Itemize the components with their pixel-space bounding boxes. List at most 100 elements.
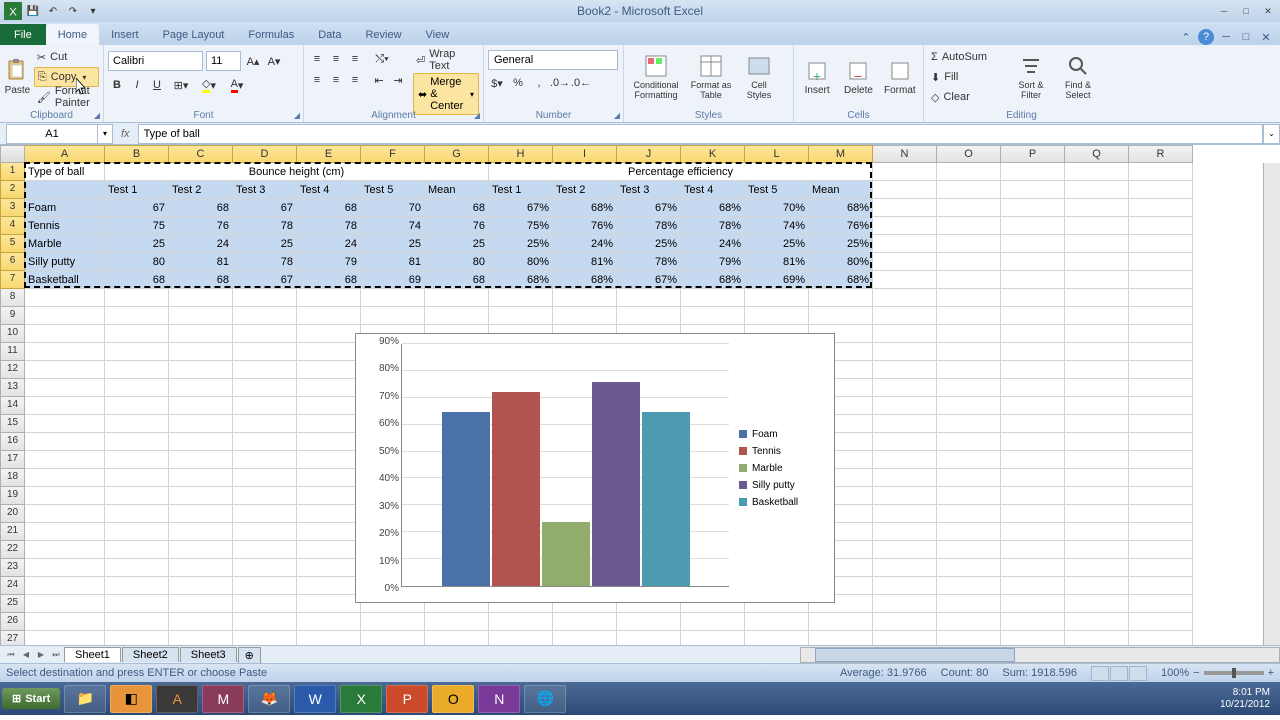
task-explorer[interactable]: 📁 bbox=[64, 685, 106, 713]
col-header-H[interactable]: H bbox=[489, 145, 553, 163]
cell[interactable]: 68 bbox=[425, 199, 489, 217]
cell[interactable] bbox=[297, 397, 361, 415]
cell[interactable] bbox=[1065, 397, 1129, 415]
new-sheet-button[interactable]: ⊕ bbox=[238, 647, 261, 663]
cell[interactable] bbox=[1129, 559, 1193, 577]
cell[interactable]: 81% bbox=[745, 253, 809, 271]
cell[interactable]: Bounce height (cm) bbox=[105, 163, 489, 181]
row-header-5[interactable]: 5 bbox=[0, 235, 25, 253]
cell[interactable] bbox=[1001, 361, 1065, 379]
cell[interactable] bbox=[1001, 163, 1065, 181]
cell[interactable] bbox=[937, 253, 1001, 271]
cell[interactable] bbox=[809, 307, 873, 325]
cell[interactable] bbox=[1001, 541, 1065, 559]
cell[interactable] bbox=[1001, 505, 1065, 523]
cell[interactable] bbox=[1129, 577, 1193, 595]
tab-formulas[interactable]: Formulas bbox=[236, 24, 306, 45]
col-header-P[interactable]: P bbox=[1001, 145, 1065, 163]
cell[interactable] bbox=[1065, 307, 1129, 325]
cell[interactable] bbox=[1129, 523, 1193, 541]
cell[interactable] bbox=[425, 631, 489, 645]
cell[interactable] bbox=[1129, 181, 1193, 199]
cell[interactable] bbox=[937, 505, 1001, 523]
cell[interactable] bbox=[1001, 631, 1065, 645]
legend-item[interactable]: Marble bbox=[739, 463, 824, 474]
bold-button[interactable]: B bbox=[108, 76, 126, 94]
cell[interactable] bbox=[233, 613, 297, 631]
cell[interactable] bbox=[297, 505, 361, 523]
cell[interactable] bbox=[169, 361, 233, 379]
cell[interactable] bbox=[25, 577, 105, 595]
cell[interactable] bbox=[425, 613, 489, 631]
cell[interactable] bbox=[1065, 487, 1129, 505]
cell[interactable] bbox=[233, 343, 297, 361]
cell[interactable]: 68% bbox=[489, 271, 553, 289]
cell[interactable] bbox=[233, 559, 297, 577]
find-select-button[interactable]: Find & Select bbox=[1056, 47, 1100, 107]
cell[interactable] bbox=[1129, 163, 1193, 181]
row-header-24[interactable]: 24 bbox=[0, 577, 25, 595]
tab-home[interactable]: Home bbox=[46, 24, 99, 45]
cell[interactable] bbox=[489, 289, 553, 307]
cell[interactable] bbox=[873, 577, 937, 595]
chart-bar[interactable] bbox=[492, 392, 540, 586]
cell[interactable] bbox=[105, 343, 169, 361]
cell[interactable] bbox=[25, 487, 105, 505]
cell[interactable]: Test 1 bbox=[105, 181, 169, 199]
shrink-font-icon[interactable]: A▾ bbox=[265, 52, 283, 70]
row-headers[interactable]: 1234567891011121314151617181920212223242… bbox=[0, 163, 25, 645]
currency-icon[interactable]: $▾ bbox=[488, 74, 506, 92]
minimize-button[interactable]: ─ bbox=[1214, 3, 1234, 19]
formula-expand-icon[interactable]: ⌄ bbox=[1263, 124, 1280, 144]
cell[interactable] bbox=[937, 577, 1001, 595]
increase-decimal-icon[interactable]: .0→ bbox=[551, 74, 569, 92]
col-header-F[interactable]: F bbox=[361, 145, 425, 163]
cell[interactable] bbox=[169, 343, 233, 361]
fill-button[interactable]: ⬇Fill bbox=[928, 67, 1006, 87]
cell[interactable] bbox=[25, 631, 105, 645]
cell[interactable] bbox=[937, 415, 1001, 433]
cell[interactable] bbox=[105, 559, 169, 577]
cell[interactable] bbox=[1129, 217, 1193, 235]
underline-button[interactable]: U bbox=[148, 76, 166, 94]
col-header-D[interactable]: D bbox=[233, 145, 297, 163]
save-icon[interactable]: 💾 bbox=[24, 2, 42, 20]
cell[interactable] bbox=[105, 361, 169, 379]
cell[interactable] bbox=[25, 415, 105, 433]
cell[interactable]: 80 bbox=[425, 253, 489, 271]
align-right-icon[interactable]: ≡ bbox=[346, 71, 364, 89]
cell[interactable] bbox=[873, 523, 937, 541]
cell[interactable] bbox=[937, 397, 1001, 415]
cell[interactable] bbox=[169, 433, 233, 451]
legend-item[interactable]: Silly putty bbox=[739, 480, 824, 491]
cell[interactable] bbox=[745, 631, 809, 645]
cell[interactable] bbox=[1001, 343, 1065, 361]
cell[interactable]: 25% bbox=[745, 235, 809, 253]
close-button[interactable]: ✕ bbox=[1258, 3, 1278, 19]
cell[interactable] bbox=[1001, 307, 1065, 325]
cell[interactable] bbox=[1129, 415, 1193, 433]
undo-icon[interactable]: ↶ bbox=[44, 2, 62, 20]
row-header-18[interactable]: 18 bbox=[0, 469, 25, 487]
cell[interactable] bbox=[873, 217, 937, 235]
col-header-Q[interactable]: Q bbox=[1065, 145, 1129, 163]
legend-item[interactable]: Tennis bbox=[739, 446, 824, 457]
cell[interactable]: 80 bbox=[105, 253, 169, 271]
cell[interactable] bbox=[105, 541, 169, 559]
task-excel[interactable]: X bbox=[340, 685, 382, 713]
col-header-K[interactable]: K bbox=[681, 145, 745, 163]
cell[interactable]: 81 bbox=[361, 253, 425, 271]
cell[interactable] bbox=[233, 523, 297, 541]
cell[interactable]: Test 5 bbox=[745, 181, 809, 199]
cell[interactable]: 68% bbox=[681, 199, 745, 217]
help-icon[interactable]: ? bbox=[1198, 29, 1214, 45]
view-page-layout-icon[interactable] bbox=[1110, 666, 1128, 681]
cell[interactable] bbox=[297, 559, 361, 577]
cell[interactable] bbox=[1065, 541, 1129, 559]
cell[interactable] bbox=[425, 307, 489, 325]
cell[interactable] bbox=[25, 559, 105, 577]
cell[interactable]: Test 4 bbox=[681, 181, 745, 199]
cell[interactable] bbox=[233, 505, 297, 523]
cell[interactable] bbox=[233, 433, 297, 451]
cell[interactable] bbox=[1065, 631, 1129, 645]
